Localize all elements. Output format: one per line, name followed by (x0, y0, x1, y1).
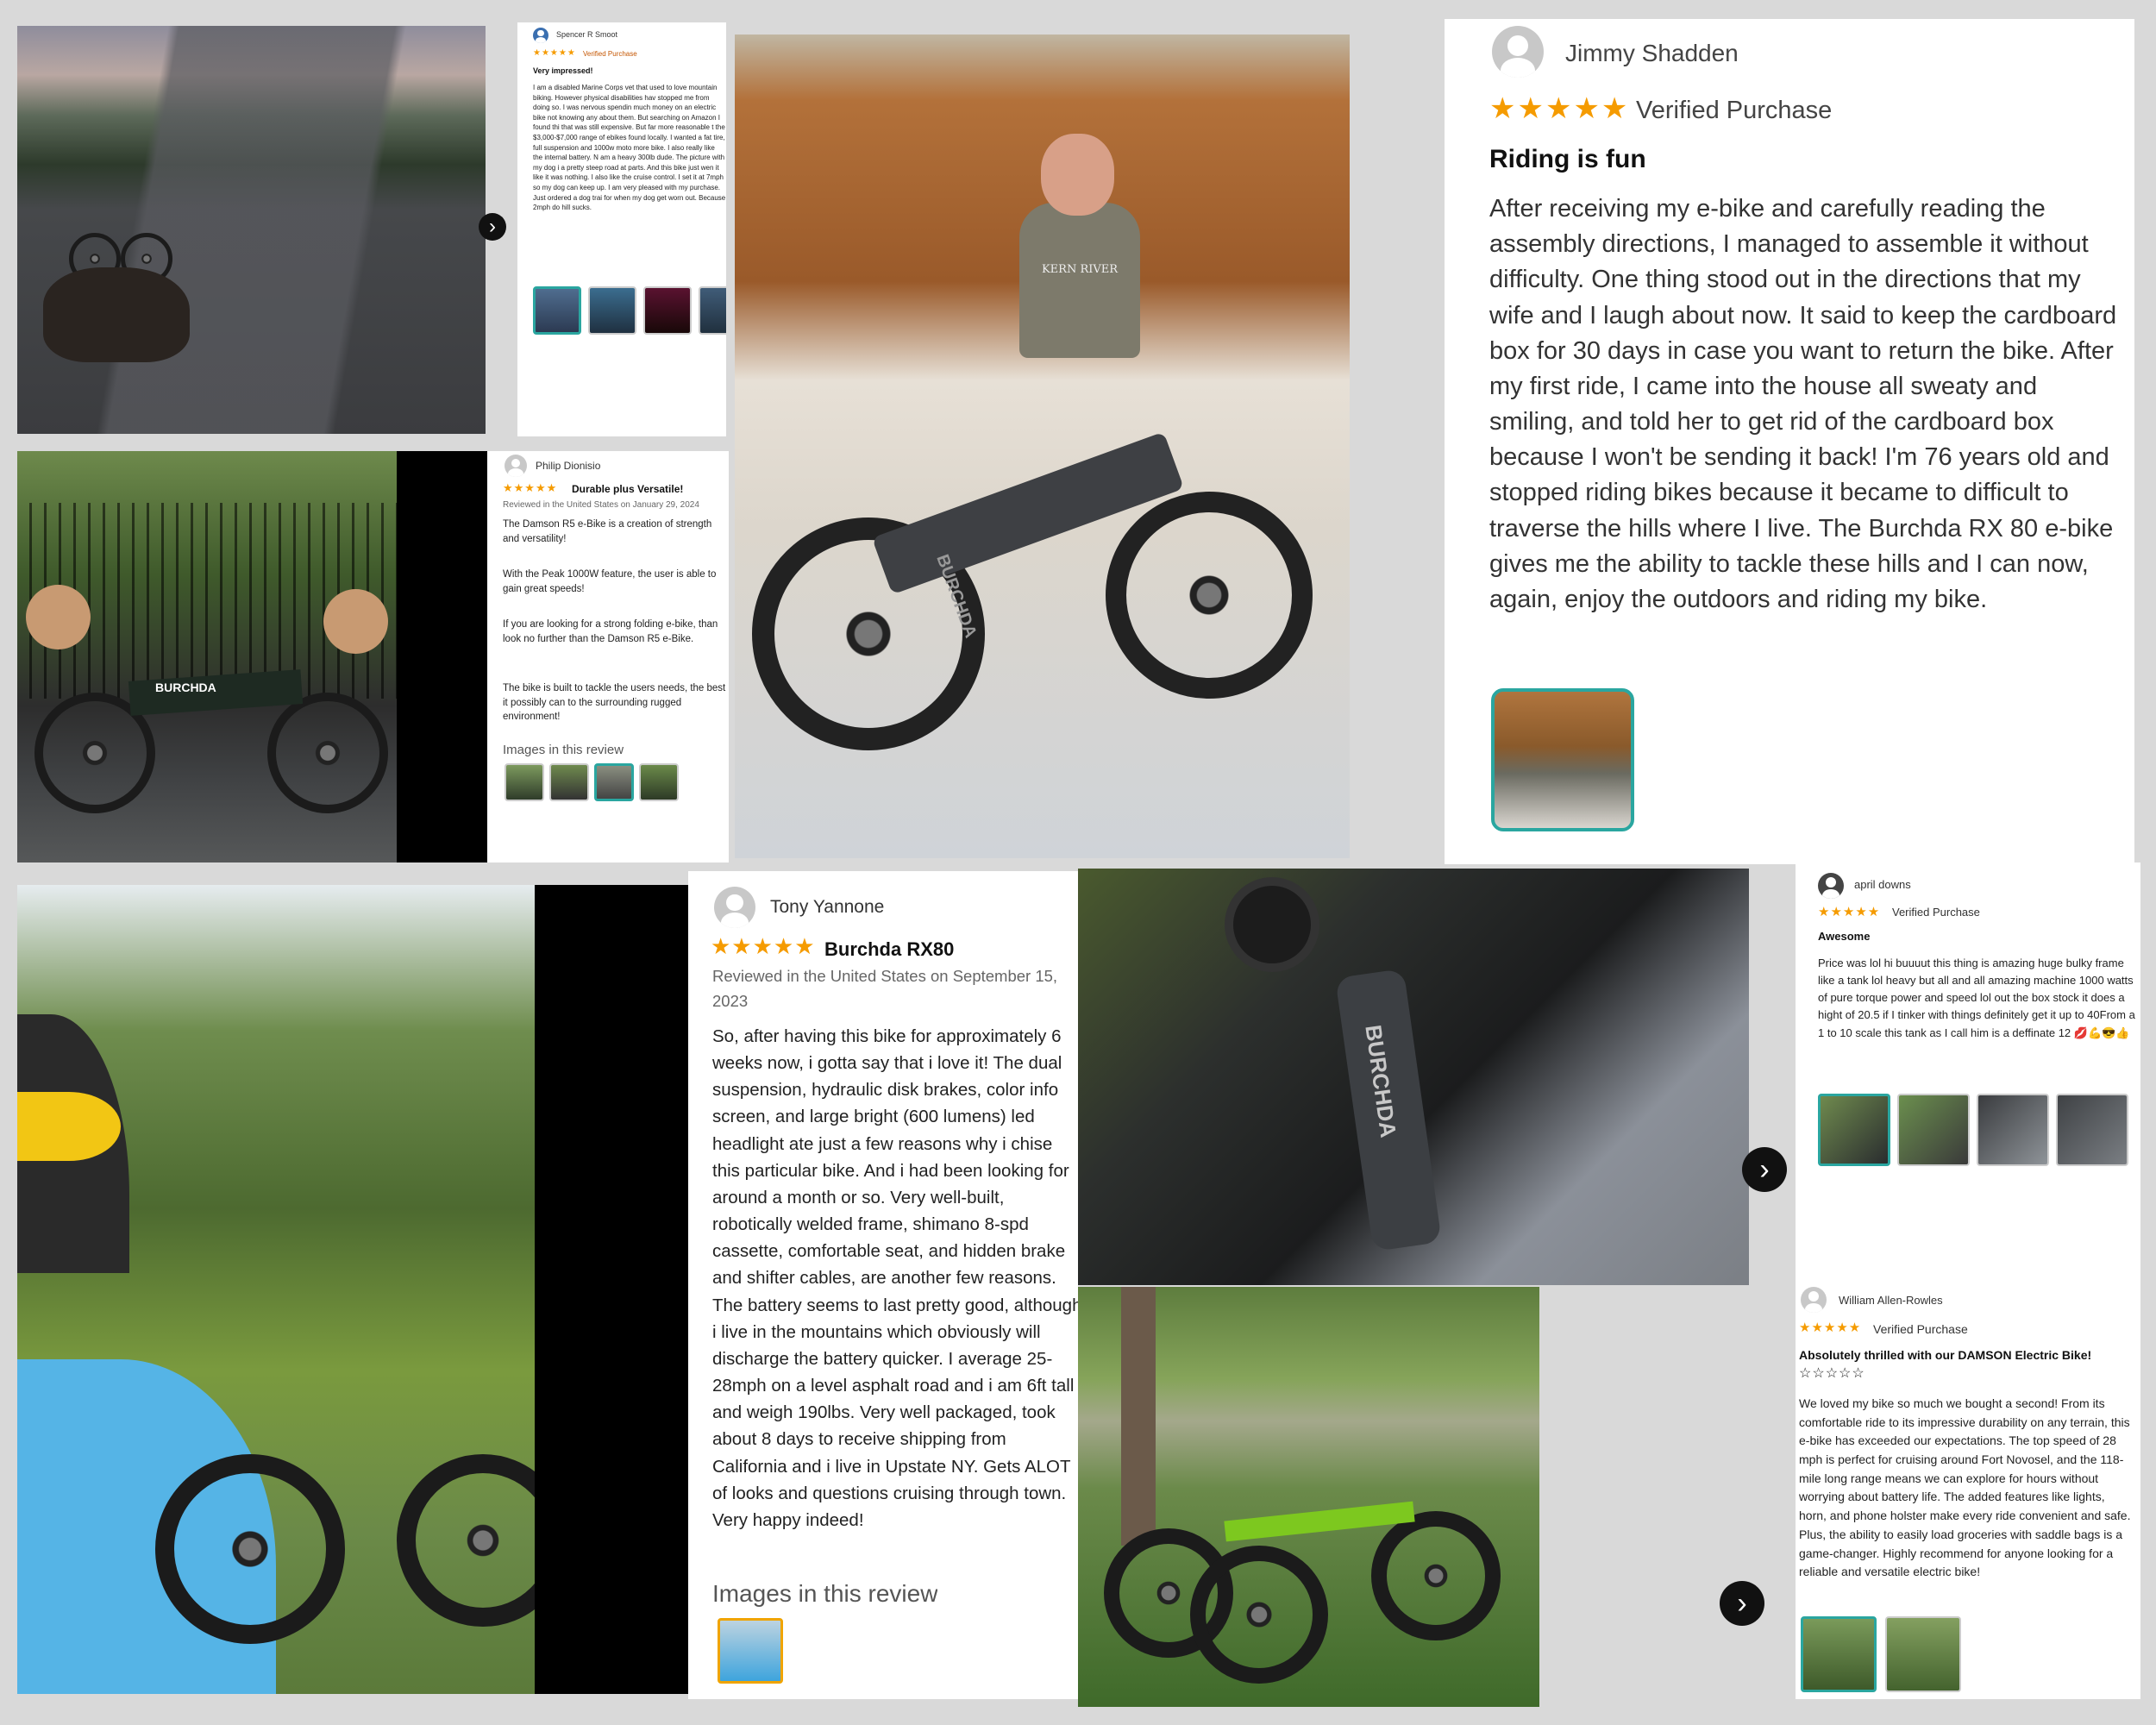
review-photo-two-bikes-lake[interactable] (1078, 1287, 1539, 1707)
reviewer-name: april downs (1854, 878, 1911, 891)
thumbnail[interactable] (639, 763, 679, 801)
review-paragraph: If you are looking for a strong folding … (503, 619, 718, 644)
verified-badge: Verified Purchase (1636, 97, 1833, 124)
review-card-spencer: Spencer R Smoot ★★★★★ Verified Purchase … (517, 22, 726, 436)
e-bike: BURCHDA (752, 362, 1313, 776)
thumbnail[interactable] (2056, 1094, 2128, 1166)
star-rating: ★★★★★ (533, 48, 576, 58)
review-thumbnails (533, 286, 726, 335)
review-body: So, after having this bike for approxima… (712, 1026, 1078, 1530)
sunglasses (17, 1092, 121, 1161)
review-photo-garage-man[interactable]: KERN RIVER BURCHDA (735, 34, 1350, 858)
review-card-william: William Allen-Rowles ★★★★★ Verified Purc… (1796, 1285, 2140, 1699)
chevron-right-icon: › (1737, 1586, 1747, 1620)
next-arrow-button[interactable]: › (479, 213, 506, 241)
thumbnail[interactable] (594, 763, 634, 801)
thumbnail[interactable] (1818, 1094, 1890, 1166)
review-paragraph: With the Peak 1000W feature, the user is… (503, 569, 717, 594)
star-rating: ★★★★★ (1489, 92, 1630, 125)
review-thumbnails (1801, 1616, 1961, 1692)
reviewer-name: Spencer R Smoot (556, 30, 618, 39)
gate-ornament (26, 585, 91, 649)
review-body: I am a disabled Marine Corps vet that us… (533, 84, 726, 212)
review-title: Riding is fun (1489, 145, 1646, 173)
reviewer-avatar (533, 28, 548, 43)
bike-brand-label: BURCHDA (1360, 1023, 1402, 1139)
star-rating: ★★★★★ (1799, 1320, 1862, 1335)
photo-letterbox (535, 885, 688, 1694)
review-photo-bike-closeup[interactable]: BURCHDA (1078, 869, 1749, 1285)
reviewer-name: William Allen-Rowles (1839, 1294, 1943, 1307)
reviewer-name: Philip Dionisio (536, 460, 601, 472)
photo-letterbox (397, 451, 487, 862)
thumbnail[interactable] (1801, 1616, 1877, 1692)
chevron-right-icon: › (489, 215, 496, 238)
review-body: Price was lol hi buuuut this thing is am… (1818, 957, 2135, 1039)
review-card-april: april downs ★★★★★ Verified Purchase Awes… (1796, 862, 2140, 1285)
dog-silhouette (43, 267, 190, 362)
review-photo-folding-bike-gate[interactable]: BURCHDA (17, 451, 397, 862)
thumbnail[interactable] (1885, 1616, 1961, 1692)
shirt-print: KERN RIVER (1041, 263, 1119, 276)
thumbnail[interactable] (1977, 1094, 2049, 1166)
review-title: Very impressed! (533, 66, 593, 75)
review-date: Reviewed in the United States on January… (503, 500, 699, 510)
thumbnail[interactable] (643, 286, 692, 335)
reviewer-avatar (1492, 26, 1544, 78)
review-title: Absolutely thrilled with our DAMSON Elec… (1799, 1348, 2092, 1362)
chevron-right-icon: › (1759, 1152, 1770, 1186)
reviewer-avatar (1801, 1287, 1827, 1313)
review-photo-dog-road[interactable] (17, 26, 486, 434)
reviewer-name: Jimmy Shadden (1565, 40, 1739, 66)
man-head (1041, 134, 1114, 216)
review-paragraph: The bike is built to tackle the users ne… (503, 683, 726, 723)
review-thumbnail[interactable] (1491, 688, 1634, 831)
review-body: We loved my bike so much we bought a sec… (1799, 1396, 2131, 1579)
folding-bike: BURCHDA (34, 649, 388, 813)
review-title: Durable plus Versatile! (572, 483, 684, 495)
review-card-jimmy: Jimmy Shadden ★★★★★ Verified Purchase Ri… (1445, 19, 2134, 864)
images-section-label: Images in this review (503, 743, 624, 757)
next-arrow-button[interactable]: › (1720, 1581, 1764, 1626)
headlight (1225, 877, 1319, 972)
review-paragraph: The Damson R5 e-Bike is a creation of st… (503, 519, 712, 544)
review-thumbnails (505, 763, 679, 801)
images-section-label: Images in this review (712, 1580, 938, 1607)
reviewer-avatar (505, 455, 527, 477)
man-shirt: KERN RIVER (1019, 203, 1140, 358)
review-title: Awesome (1818, 930, 1871, 943)
review-body: After receiving my e-bike and carefully … (1489, 195, 2117, 613)
review-card-philip: Philip Dionisio ★★★★★ Durable plus Versa… (487, 451, 729, 862)
reviewer-avatar (714, 887, 755, 928)
reviewer-name: Tony Yannone (770, 897, 885, 917)
thumbnail[interactable] (549, 763, 589, 801)
star-rating: ★★★★★ (711, 933, 816, 959)
verified-badge: Verified Purchase (1873, 1322, 1968, 1336)
reviewer-avatar (1818, 873, 1844, 899)
e-bike (1104, 1459, 1501, 1701)
star-rating: ★★★★★ (503, 481, 558, 494)
review-date: Reviewed in the United States on Septemb… (712, 967, 1058, 1010)
verified-badge: Verified Purchase (1892, 906, 1980, 919)
thumbnail[interactable] (1897, 1094, 1970, 1166)
review-title: Burchda RX80 (824, 938, 955, 960)
gate-ornament (323, 589, 388, 654)
thumbnail[interactable] (533, 286, 581, 335)
thumbnail[interactable] (588, 286, 636, 335)
review-card-tony: Tony Yannone ★★★★★ Burchda RX80 Reviewed… (688, 871, 1078, 1699)
e-bike (138, 1368, 535, 1661)
bike-brand-label: BURCHDA (155, 681, 216, 694)
review-photo-selfie[interactable] (17, 885, 535, 1694)
title-star-rating: ☆☆☆☆☆ (1799, 1366, 1865, 1381)
thumbnail[interactable] (505, 763, 544, 801)
verified-badge: Verified Purchase (583, 50, 637, 58)
thumbnail[interactable] (699, 286, 726, 335)
star-rating: ★★★★★ (1818, 905, 1881, 919)
next-arrow-button[interactable]: › (1742, 1147, 1787, 1192)
review-thumbnail[interactable] (718, 1618, 783, 1684)
review-thumbnails (1818, 1094, 2128, 1166)
